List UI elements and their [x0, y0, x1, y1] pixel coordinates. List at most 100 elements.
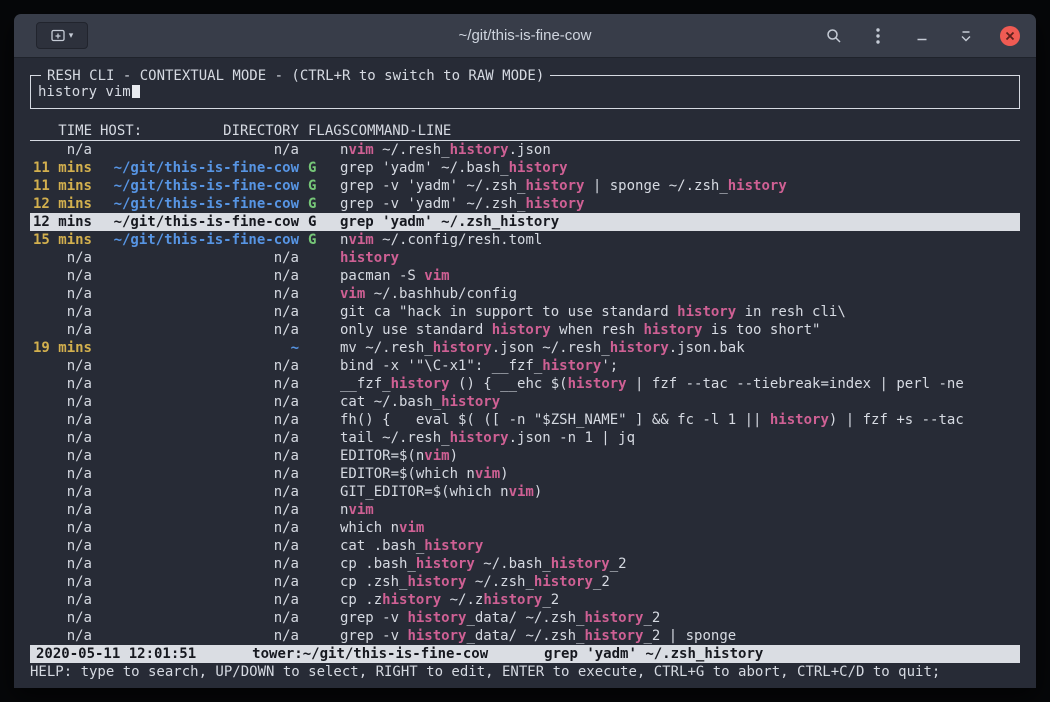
history-row[interactable]: 11 mins~/git/this-is-fine-cowGgrep -v 'y…	[30, 177, 1020, 195]
row-command: grep -v history_data/ ~/.zsh_history_2	[340, 609, 1020, 627]
row-command: EDITOR=$(nvim)	[340, 447, 1020, 465]
row-time: n/a	[30, 591, 92, 609]
row-command: nvim ~/.resh_history.json	[340, 141, 1020, 159]
row-flags	[306, 483, 340, 501]
new-tab-button[interactable]: ▾	[36, 22, 88, 49]
row-time: n/a	[30, 321, 92, 339]
row-command: vim ~/.bashhub/config	[340, 285, 1020, 303]
restore-icon[interactable]	[956, 26, 976, 46]
row-command: git ca "hack in support to use standard …	[340, 303, 1020, 321]
row-host-directory: n/a	[100, 465, 299, 483]
new-tab-icon	[51, 29, 65, 42]
row-time: n/a	[30, 249, 92, 267]
history-row[interactable]: n/a n/a bind -x '"\C-x1": __fzf_history';	[30, 357, 1020, 375]
row-host-directory: n/a	[100, 285, 299, 303]
header-directory: DIRECTORY	[223, 122, 299, 140]
history-row[interactable]: n/an/acat ~/.bash_history	[30, 393, 1020, 411]
row-host-directory: n/a	[100, 393, 299, 411]
history-row[interactable]: n/an/awhich nvim	[30, 519, 1020, 537]
row-flags	[306, 429, 340, 447]
status-location: tower:~/git/this-is-fine-cow	[252, 645, 488, 663]
history-row[interactable]: n/an/atail ~/.resh_history.json -n 1 | j…	[30, 429, 1020, 447]
help-line: HELP: type to search, UP/DOWN to select,…	[30, 663, 1020, 681]
header-flags: FLAGS	[306, 122, 350, 140]
search-icon[interactable]	[824, 26, 844, 46]
text-cursor	[132, 83, 140, 98]
header-host: HOST:	[100, 122, 142, 140]
history-row[interactable]: n/a n/a grep -v history_data/ ~/.zsh_histo…	[30, 609, 1020, 627]
table-header: TIME HOST:DIRECTORY FLAGS COMMAND-LINE	[30, 122, 1020, 141]
history-row[interactable]: n/an/ahistory	[30, 249, 1020, 267]
row-command: nvim ~/.config/resh.toml	[340, 231, 1020, 249]
row-flags	[306, 267, 340, 285]
row-flags: G	[306, 213, 340, 231]
status-datetime: 2020-05-11 12:01:51	[36, 645, 196, 663]
history-row[interactable]: n/an/acp .bash_history ~/.bash_history_2	[30, 555, 1020, 573]
row-host-directory: n/a	[100, 609, 299, 627]
history-row[interactable]: n/an/aEDITOR=$(which nvim)	[30, 465, 1020, 483]
row-time: n/a	[30, 555, 92, 573]
row-flags	[306, 591, 340, 609]
history-row[interactable]: n/an/aGIT_EDITOR=$(which nvim)	[30, 483, 1020, 501]
row-host-directory: n/a	[100, 429, 299, 447]
row-flags: G	[306, 195, 340, 213]
status-command: grep 'yadm' ~/.zsh_history	[544, 645, 763, 663]
row-host-directory: n/a	[100, 357, 299, 375]
history-row[interactable]: n/an/acp .zsh_history ~/.zsh_history_2	[30, 573, 1020, 591]
row-command: cp .zhistory ~/.zhistory_2	[340, 591, 1020, 609]
row-time: n/a	[30, 537, 92, 555]
row-host-directory: n/a	[100, 267, 299, 285]
history-row[interactable]: n/an/agrep -v history_data/ ~/.zsh_histo…	[30, 627, 1020, 645]
row-flags	[306, 573, 340, 591]
row-time: n/a	[30, 483, 92, 501]
row-time: n/a	[30, 267, 92, 285]
history-row[interactable]: n/an/anvim ~/.resh_history.json	[30, 141, 1020, 159]
row-host-directory: ~/git/this-is-fine-cow	[100, 231, 299, 249]
menu-icon[interactable]	[868, 26, 888, 46]
row-command: grep 'yadm' ~/.bash_history	[340, 159, 1020, 177]
row-time: n/a	[30, 285, 92, 303]
row-time: n/a	[30, 357, 92, 375]
history-row[interactable]: n/an/acp .zhistory ~/.zhistory_2	[30, 591, 1020, 609]
search-box: RESH CLI - CONTEXTUAL MODE - (CTRL+R to …	[30, 75, 1020, 109]
search-box-title: RESH CLI - CONTEXTUAL MODE - (CTRL+R to …	[41, 67, 550, 85]
row-time: 19 mins	[30, 339, 92, 357]
row-time: 12 mins	[30, 213, 92, 231]
history-row[interactable]: n/an/agit ca "hack in support to use sta…	[30, 303, 1020, 321]
row-flags	[306, 303, 340, 321]
row-flags	[306, 501, 340, 519]
row-host-directory: n/a	[100, 303, 299, 321]
minimize-icon[interactable]	[912, 26, 932, 46]
row-command: grep -v 'yadm' ~/.zsh_history | sponge ~…	[340, 177, 1020, 195]
history-row[interactable]: n/an/apacman -S vim	[30, 267, 1020, 285]
history-row[interactable]: n/an/aEDITOR=$(nvim)	[30, 447, 1020, 465]
history-row[interactable]: n/an/acat .bash_history	[30, 537, 1020, 555]
row-time: 11 mins	[30, 177, 92, 195]
history-row[interactable]: n/an/a__fzf_history () { __ehc $(history…	[30, 375, 1020, 393]
row-flags	[306, 285, 340, 303]
history-row[interactable]: 12 mins~/git/this-is-fine-cowGgrep -v 'y…	[30, 195, 1020, 213]
history-row[interactable]: n/an/anvim	[30, 501, 1020, 519]
row-host-directory: n/a	[100, 483, 299, 501]
row-time: n/a	[30, 609, 92, 627]
history-row[interactable]: 11 mins~/git/this-is-fine-cowGgrep 'yadm…	[30, 159, 1020, 177]
row-host-directory: n/a	[100, 501, 299, 519]
history-row[interactable]: n/an/aonly use standard history when res…	[30, 321, 1020, 339]
header-time: TIME	[30, 122, 92, 140]
row-host-directory: ~/git/this-is-fine-cow	[100, 195, 299, 213]
history-row[interactable]: 12 mins~/git/this-is-fine-cowGgrep 'yadm…	[30, 213, 1020, 231]
history-list: n/an/anvim ~/.resh_history.json11 mins~/…	[30, 141, 1020, 645]
row-flags: G	[306, 159, 340, 177]
history-row[interactable]: n/a n/a vim ~/.bashhub/config	[30, 285, 1020, 303]
row-time: n/a	[30, 627, 92, 645]
row-time: n/a	[30, 375, 92, 393]
row-flags	[306, 141, 340, 159]
history-row[interactable]: n/an/afh() { eval $( ([ -n "$ZSH_NAME" ]…	[30, 411, 1020, 429]
history-row[interactable]: 19 mins~mv ~/.resh_history.json ~/.resh_…	[30, 339, 1020, 357]
chevron-down-icon: ▾	[69, 31, 74, 41]
history-row[interactable]: 15 mins~/git/this-is-fine-cowGnvim ~/.co…	[30, 231, 1020, 249]
row-command: bind -x '"\C-x1": __fzf_history';	[340, 357, 1020, 375]
close-icon[interactable]	[1000, 26, 1020, 46]
row-host-directory: n/a	[100, 321, 299, 339]
terminal-content: RESH CLI - CONTEXTUAL MODE - (CTRL+R to …	[14, 58, 1036, 688]
